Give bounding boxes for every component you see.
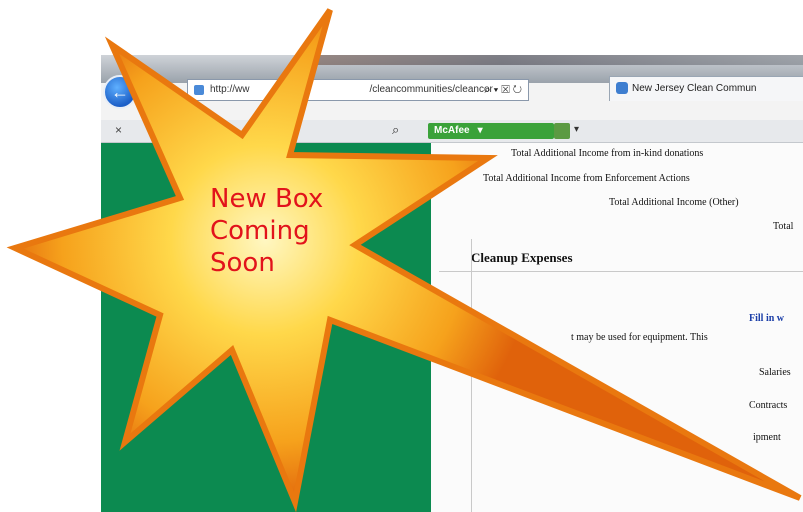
starburst-shape: [6, 8, 802, 512]
promo-text: New Box Coming Soon: [210, 183, 323, 279]
promo-line-3: Soon: [210, 248, 275, 278]
promo-line-2: Coming: [210, 216, 310, 246]
promo-starburst: [6, 8, 802, 512]
promo-line-1: New Box: [210, 184, 324, 214]
